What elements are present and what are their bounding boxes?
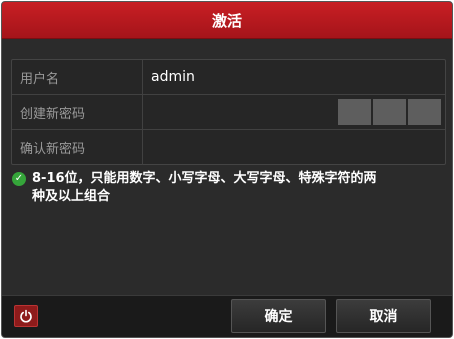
strength-segment-1: [338, 99, 371, 125]
password-strength-indicator: [338, 99, 441, 125]
confirm-button[interactable]: 确定: [231, 299, 326, 333]
cancel-button[interactable]: 取消: [336, 299, 431, 333]
new-password-row: 创建新密码: [12, 95, 445, 130]
strength-segment-3: [408, 99, 441, 125]
new-password-label: 创建新密码: [12, 95, 143, 129]
password-hint-line-1: 8-16位，只能用数字、小写字母、大写字母、特殊字符的两: [32, 171, 377, 186]
check-circle-icon: ✓: [12, 172, 26, 186]
activation-form: 用户名 admin 创建新密码 确认新密码: [11, 59, 446, 165]
dialog-footer: 确定 取消: [2, 295, 452, 337]
password-hint: ✓ 8-16位，只能用数字、小写字母、大写字母、特殊字符的两 种及以上组合: [12, 170, 442, 206]
power-button[interactable]: [14, 305, 38, 327]
password-hint-line-2: 种及以上组合: [32, 189, 111, 204]
power-icon: [20, 309, 32, 323]
confirm-password-label: 确认新密码: [12, 130, 143, 165]
username-row: 用户名 admin: [12, 60, 445, 95]
confirm-password-field[interactable]: [144, 130, 445, 165]
strength-segment-2: [373, 99, 406, 125]
activation-dialog: 激活 用户名 admin 创建新密码 确认新密码 ✓ 8-16位，只能用数字、小…: [1, 1, 453, 338]
password-hint-text: 8-16位，只能用数字、小写字母、大写字母、特殊字符的两 种及以上组合: [32, 170, 377, 206]
confirm-password-row: 确认新密码: [12, 130, 445, 165]
username-field[interactable]: admin: [144, 60, 445, 94]
dialog-title: 激活: [2, 2, 452, 39]
username-label: 用户名: [12, 60, 143, 94]
